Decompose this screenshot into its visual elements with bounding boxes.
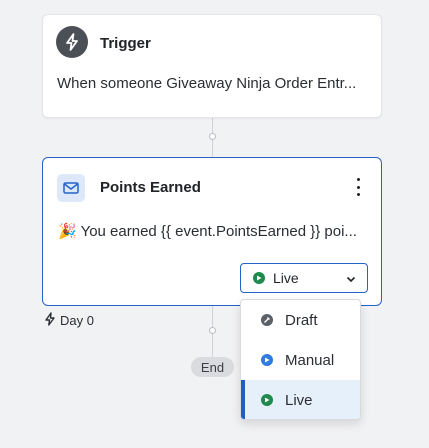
status-option-draft[interactable]: Draft [241, 300, 360, 340]
trigger-title: Trigger [100, 35, 151, 52]
delay-label: Day 0 [60, 313, 94, 328]
status-option-label: Draft [285, 311, 318, 329]
manual-status-icon [261, 354, 273, 366]
live-status-icon [253, 272, 265, 284]
email-step-title: Points Earned [100, 179, 201, 196]
status-select-value: Live [273, 270, 299, 286]
status-option-manual[interactable]: Manual [241, 340, 360, 380]
more-options-icon[interactable] [355, 178, 361, 196]
live-status-icon [261, 394, 273, 406]
chevron-down-icon [345, 272, 357, 290]
connector-node-bottom [209, 327, 216, 334]
status-option-label: Live [285, 391, 313, 409]
end-node: End [191, 357, 234, 377]
connector-node-top [209, 133, 216, 140]
status-option-label: Manual [285, 351, 335, 369]
envelope-icon [57, 174, 85, 202]
email-step-card[interactable]: Points Earned 🎉 You earned {{ event.Poin… [42, 157, 382, 306]
email-step-description: 🎉 You earned {{ event.PointsEarned }} po… [58, 223, 357, 240]
status-dropdown: Draft Manual Live [240, 299, 361, 420]
lightning-icon [56, 26, 88, 58]
trigger-description: When someone Giveaway Ninja Order Entr..… [57, 75, 357, 92]
status-option-live[interactable]: Live [241, 380, 360, 419]
trigger-card[interactable]: Trigger When someone Giveaway Ninja Orde… [42, 14, 382, 118]
lightning-icon [44, 312, 56, 329]
status-select[interactable]: Live [240, 263, 368, 293]
delay-tag: Day 0 [44, 312, 94, 329]
draft-status-icon [261, 314, 273, 326]
